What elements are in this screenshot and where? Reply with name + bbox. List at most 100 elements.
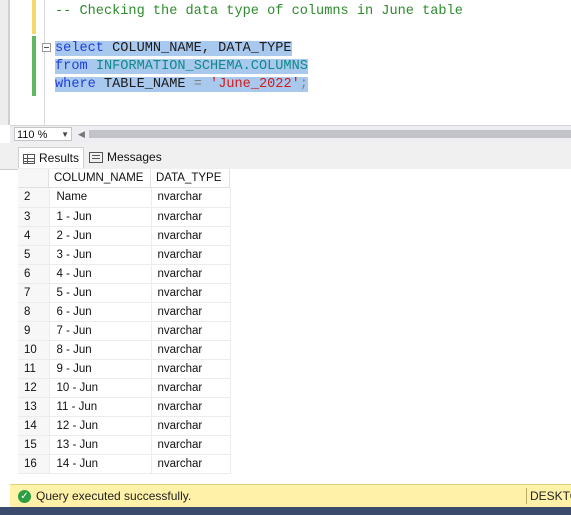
results-tabs: Results Messages [0,143,571,170]
cell-data-type[interactable]: nvarchar [151,340,231,360]
table-row[interactable]: 86 - Jun nvarchar [18,302,231,322]
zoom-value: 110 % [17,129,48,141]
table-row[interactable]: 13 11 - Jun nvarchar [18,397,231,417]
cell-column-name[interactable]: 8 - Jun [49,340,152,360]
cell-data-type[interactable]: nvarchar [151,245,231,265]
cell-data-type[interactable]: nvarchar [151,378,231,398]
query-editor[interactable]: -- Checking the data type of columns in … [0,0,571,125]
cell-data-type[interactable]: nvarchar [151,226,231,246]
code-line-select: select COLUMN_NAME, DATA_TYPE [55,40,292,58]
table-row[interactable]: 2 Name nvarchar [18,188,231,208]
results-grid[interactable]: COLUMN_NAME DATA_TYPE 2 Name nvarchar 3 1 - … [18,169,571,478]
cell-column-name[interactable]: 13 - Jun [49,435,152,455]
cell-data-type[interactable]: nvarchar [151,321,231,341]
cell-column-name[interactable]: Name [49,188,152,208]
sql-keyword-select: select [55,41,104,56]
zoom-bar: 110 % ▼ ◀ [0,125,571,143]
cell-data-type[interactable]: nvarchar [151,302,231,322]
collapse-icon[interactable] [42,43,51,52]
table-row[interactable]: 14 12 - Jun nvarchar [18,416,231,436]
tab-messages[interactable]: Messages [86,147,162,168]
status-server: DESKTO [530,489,571,503]
cell-data-type[interactable]: nvarchar [151,416,231,436]
row-number[interactable]: 8 [18,302,50,322]
row-number[interactable]: 9 [18,321,50,341]
zoom-dropdown[interactable]: 110 % ▼ [14,127,72,141]
column-header[interactable]: DATA_TYPE [151,169,230,188]
cell-column-name[interactable]: 11 - Jun [49,397,152,417]
change-marker-saved [32,36,36,96]
cell-data-type[interactable]: nvarchar [151,454,231,474]
row-number[interactable]: 12 [18,378,50,398]
cell-column-name[interactable]: 14 - Jun [49,454,152,474]
sql-where-column: TABLE_NAME [95,77,194,92]
sql-comment: -- Checking the data type of columns in … [55,4,463,19]
window-bottom-frame [0,507,571,515]
cell-column-name[interactable]: 5 - Jun [49,283,152,303]
row-header-corner[interactable] [18,169,49,188]
cell-data-type[interactable]: nvarchar [151,397,231,417]
change-marker-unsaved [32,0,36,34]
cell-data-type[interactable]: nvarchar [151,435,231,455]
row-number[interactable]: 13 [18,397,50,417]
cell-column-name[interactable]: 4 - Jun [49,264,152,284]
cell-column-name[interactable]: 6 - Jun [49,302,152,322]
dropdown-arrow-icon: ▼ [61,130,69,139]
success-check-icon: ✓ [18,490,31,503]
cell-column-name[interactable]: 1 - Jun [49,207,152,227]
table-row[interactable]: 15 13 - Jun nvarchar [18,435,231,455]
tab-messages-label: Messages [107,150,162,164]
cell-data-type[interactable]: nvarchar [151,283,231,303]
grid-icon [23,153,35,164]
cell-column-name[interactable]: 10 - Jun [49,378,152,398]
cell-column-name[interactable]: 3 - Jun [49,245,152,265]
results-left-frame [0,125,10,507]
cell-column-name[interactable]: 9 - Jun [49,359,152,379]
table-row[interactable]: 10 8 - Jun nvarchar [18,340,231,360]
sql-from-object: INFORMATION_SCHEMA.COLUMNS [95,59,308,74]
status-message: Query executed successfully. [36,489,192,503]
cell-data-type[interactable]: nvarchar [151,207,231,227]
row-number[interactable]: 3 [18,207,50,227]
cell-column-name[interactable]: 12 - Jun [49,416,152,436]
row-number[interactable]: 10 [18,340,50,360]
horizontal-scrollbar[interactable] [89,130,571,138]
tab-results[interactable]: Results [18,147,84,168]
scroll-left-icon[interactable]: ◀ [78,129,85,140]
cell-column-name[interactable]: 7 - Jun [49,321,152,341]
tab-results-label: Results [39,151,80,165]
editor-gutter-line [44,0,45,125]
row-number[interactable]: 16 [18,454,50,474]
column-header[interactable]: COLUMN_NAME [49,169,151,188]
status-bar: ✓ Query executed successfully. DESKTO [10,484,571,507]
table-row[interactable]: 12 10 - Jun nvarchar [18,378,231,398]
row-number[interactable]: 7 [18,283,50,303]
table-row[interactable]: 64 - Jun nvarchar [18,264,231,284]
table-row[interactable]: 42 - Jun nvarchar [18,226,231,246]
cell-data-type[interactable]: nvarchar [151,264,231,284]
row-number[interactable]: 5 [18,245,50,265]
table-row[interactable]: 11 9 - Jun nvarchar [18,359,231,379]
cell-data-type[interactable]: nvarchar [151,359,231,379]
status-separator [526,488,527,504]
code-line-comment: -- Checking the data type of columns in … [55,3,463,21]
row-number[interactable]: 2 [18,188,50,208]
table-row[interactable]: 16 14 - Jun nvarchar [18,454,231,474]
code-line-where: where TABLE_NAME = 'June_2022'; [55,76,308,94]
messages-icon [89,152,103,164]
sql-keyword-where: where [55,77,96,92]
cell-data-type[interactable]: nvarchar [151,188,231,208]
row-number[interactable]: 4 [18,226,50,246]
sql-string-literal: 'June_2022' [210,77,300,92]
sql-semicolon: ; [299,77,308,92]
table-row[interactable]: 97 - Jun nvarchar [18,321,231,341]
row-number[interactable]: 11 [18,359,50,379]
row-number[interactable]: 15 [18,435,50,455]
table-row[interactable]: 53 - Jun nvarchar [18,245,231,265]
row-number[interactable]: 6 [18,264,50,284]
row-number[interactable]: 14 [18,416,50,436]
table-row[interactable]: 31 - Jun nvarchar [18,207,231,227]
table-row[interactable]: 75 - Jun nvarchar [18,283,231,303]
cell-column-name[interactable]: 2 - Jun [49,226,152,246]
sql-select-columns: COLUMN_NAME, DATA_TYPE [103,41,292,56]
